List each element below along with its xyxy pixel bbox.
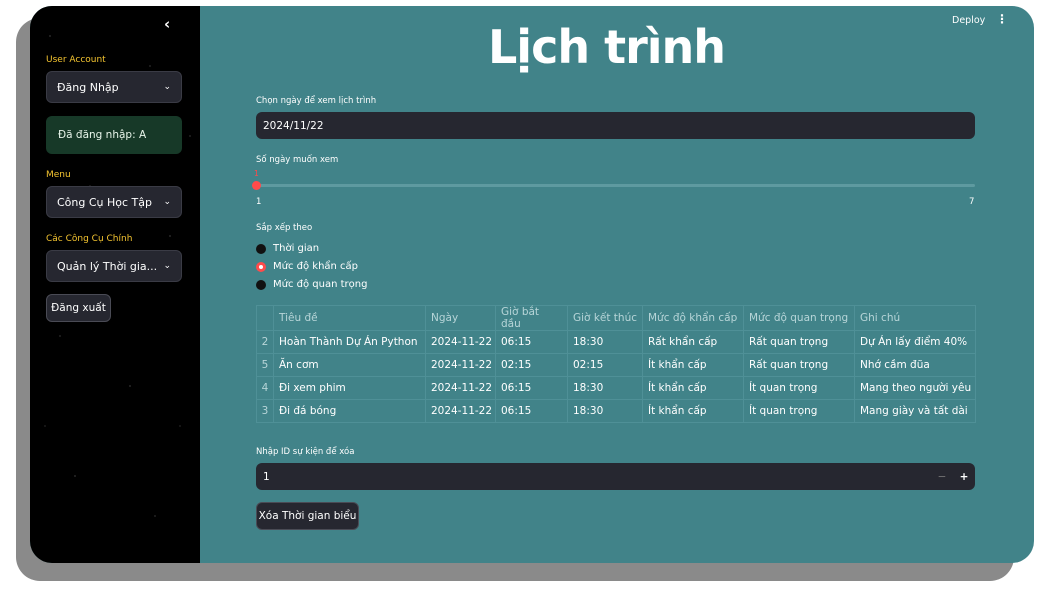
table-cell: 06:15 (495, 330, 568, 354)
column-header[interactable]: Ngày (425, 305, 496, 331)
table-cell: 2024-11-22 (425, 376, 496, 400)
tools-select[interactable]: Quản lý Thời gia... ⌄ (46, 250, 182, 282)
radio-label: Mức độ khẩn cấp (273, 261, 359, 272)
menu-value: Công Cụ Học Tập (57, 195, 152, 209)
table-cell: Ít khẩn cấp (642, 399, 744, 423)
logged-in-text: Đã đăng nhập: A (58, 129, 147, 141)
column-header[interactable]: Giờ bắt đầu (495, 305, 568, 331)
logged-in-status: Đã đăng nhập: A (46, 116, 182, 154)
page-title: Lịch trình (488, 20, 726, 74)
table-cell: Đi xem phim (273, 376, 426, 400)
menu-select[interactable]: Công Cụ Học Tập ⌄ (46, 186, 182, 218)
table-cell: 02:15 (567, 353, 643, 377)
table-row[interactable]: 2 Hoàn Thành Dự Án Python 2024-11-22 06:… (256, 330, 976, 354)
kebab-icon[interactable]: ⋮ (996, 12, 1008, 26)
table-cell: 18:30 (567, 376, 643, 400)
date-value: 2024/11/22 (263, 119, 324, 132)
delete-schedule-button[interactable]: Xóa Thời gian biểu (256, 502, 359, 530)
sidebar: ‹ User Account Đăng Nhập ⌄ Đã đăng nhập:… (30, 6, 200, 563)
row-index: 4 (256, 376, 274, 400)
chevron-left-icon[interactable]: ‹ (164, 15, 170, 33)
column-header[interactable] (256, 305, 274, 331)
date-label: Chọn ngày để xem lịch trình (256, 96, 377, 106)
table-cell: Mang theo người yêu (854, 376, 976, 400)
radio-option-urgency[interactable]: Mức độ khẩn cấp (256, 261, 358, 272)
table-cell: Nhớ cầm đũa (854, 353, 976, 377)
user-account-select[interactable]: Đăng Nhập ⌄ (46, 71, 182, 103)
column-header[interactable]: Ghi chú (854, 305, 976, 331)
chevron-down-icon: ⌄ (163, 261, 171, 271)
app-window: ‹ User Account Đăng Nhập ⌄ Đã đăng nhập:… (30, 6, 1034, 563)
deploy-button[interactable]: Deploy (952, 15, 985, 26)
table-cell: 2024-11-22 (425, 330, 496, 354)
table-cell: Mang giày và tất dài (854, 399, 976, 423)
table-cell: Rất khẩn cấp (642, 330, 744, 354)
schedule-table[interactable]: Tiêu đề Ngày Giờ bắt đầu Giờ kết thúc Mứ… (256, 305, 976, 423)
table-row[interactable]: 4 Đi xem phim 2024-11-22 06:15 18:30 Ít … (256, 376, 976, 400)
menu-label: Menu (46, 170, 71, 180)
days-slider-thumb[interactable] (252, 181, 261, 190)
radio-dot (256, 243, 266, 254)
date-input[interactable]: 2024/11/22 (256, 112, 975, 139)
table-cell: Ít khẩn cấp (642, 353, 744, 377)
days-label: Số ngày muốn xem (256, 155, 339, 165)
table-cell: Rất quan trọng (743, 353, 855, 377)
table-row[interactable]: 3 Đi đá bóng 2024-11-22 06:15 18:30 Ít k… (256, 399, 976, 423)
column-header[interactable]: Mức độ quan trọng (743, 305, 855, 331)
radio-option-time[interactable]: Thời gian (256, 243, 319, 254)
table-row[interactable]: 5 Ăn cơm 2024-11-22 02:15 02:15 Ít khẩn … (256, 353, 976, 377)
row-index: 3 (256, 399, 274, 423)
delete-id-input[interactable]: 1 − + (256, 463, 975, 490)
column-header[interactable]: Mức độ khẩn cấp (642, 305, 744, 331)
table-cell: Hoàn Thành Dự Án Python (273, 330, 426, 354)
table-cell: 02:15 (495, 353, 568, 377)
user-account-label: User Account (46, 55, 106, 65)
table-cell: 06:15 (495, 376, 568, 400)
column-header[interactable]: Tiêu đề (273, 305, 426, 331)
decrement-button[interactable]: − (931, 471, 953, 483)
slider-max: 7 (969, 197, 975, 207)
column-header[interactable]: Giờ kết thúc (567, 305, 643, 331)
table-cell: Ăn cơm (273, 353, 426, 377)
table-cell: Dự Án lấy điểm 40% (854, 330, 976, 354)
radio-dot-selected (256, 261, 266, 272)
user-account-value: Đăng Nhập (57, 80, 119, 94)
chevron-down-icon: ⌄ (163, 197, 171, 207)
logout-button[interactable]: Đăng xuất (46, 294, 111, 322)
table-cell: 06:15 (495, 399, 568, 423)
tools-label: Các Công Cụ Chính (46, 234, 133, 244)
table-cell: 18:30 (567, 330, 643, 354)
days-slider-track[interactable] (256, 184, 975, 187)
delete-id-label: Nhập ID sự kiện để xóa (256, 447, 355, 457)
radio-dot (256, 279, 266, 290)
table-cell: Rất quan trọng (743, 330, 855, 354)
delete-id-value: 1 (263, 470, 270, 483)
row-index: 5 (256, 353, 274, 377)
table-cell: 2024-11-22 (425, 399, 496, 423)
table-cell: Đi đá bóng (273, 399, 426, 423)
table-cell: Ít quan trọng (743, 399, 855, 423)
table-header-row: Tiêu đề Ngày Giờ bắt đầu Giờ kết thúc Mứ… (256, 305, 976, 331)
tools-value: Quản lý Thời gia... (57, 259, 158, 273)
slider-min: 1 (256, 197, 262, 207)
radio-label: Thời gian (273, 243, 320, 254)
radio-label: Mức độ quan trọng (273, 279, 368, 290)
increment-button[interactable]: + (953, 471, 975, 483)
slider-value: 1 (254, 169, 259, 178)
sort-label: Sắp xếp theo (256, 223, 313, 233)
chevron-down-icon: ⌄ (163, 82, 171, 92)
table-cell: 2024-11-22 (425, 353, 496, 377)
table-cell: Ít khẩn cấp (642, 376, 744, 400)
table-cell: Ít quan trọng (743, 376, 855, 400)
radio-option-importance[interactable]: Mức độ quan trọng (256, 279, 367, 290)
table-cell: 18:30 (567, 399, 643, 423)
row-index: 2 (256, 330, 274, 354)
